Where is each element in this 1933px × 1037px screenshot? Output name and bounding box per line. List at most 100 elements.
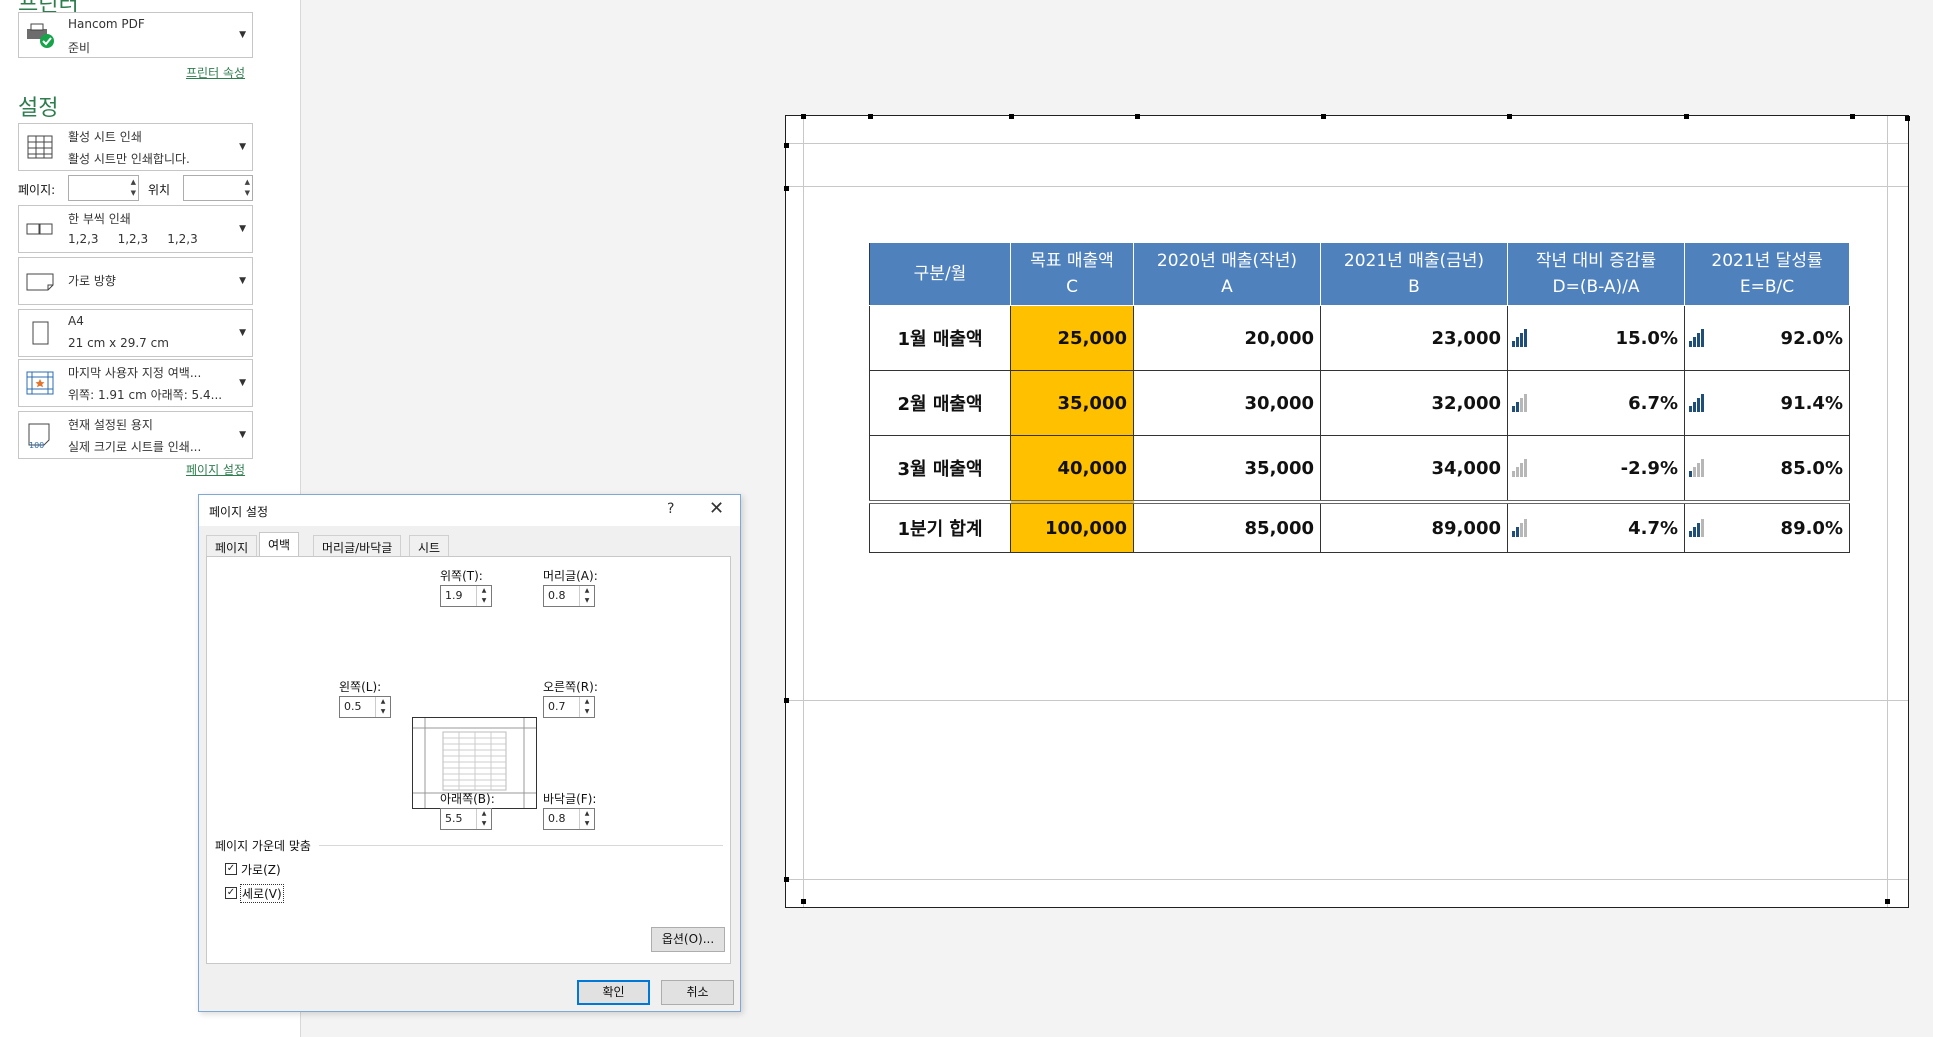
paper-size-dropdown[interactable]: A4 21 cm x 29.7 cm ▼: [18, 309, 253, 357]
printer-icon: [25, 21, 55, 49]
achieve-cell: 91.4%: [1684, 370, 1850, 436]
column-handle[interactable]: [1850, 114, 1855, 119]
column-handle[interactable]: [868, 114, 873, 119]
column-handle[interactable]: [1009, 114, 1014, 119]
sales-2021-cell: 89,000: [1320, 500, 1508, 553]
table-header-cell: 작년 대비 증감률 D=(B-A)/A: [1507, 242, 1685, 306]
margin-handle[interactable]: [784, 186, 789, 191]
right-margin-guide: [1887, 116, 1888, 907]
right-margin-input[interactable]: 0.7 ▲ ▼: [543, 696, 595, 718]
bottom-margin-guide: [786, 700, 1908, 701]
target-cell: 35,000: [1010, 370, 1134, 436]
table-row-total: 1분기 합계 100,000 85,000 89,000 4.7% 89.0%: [869, 500, 1850, 553]
page-setup-dialog: 페이지 설정 ? ✕ 페이지 여백 머리글/바닥글 시트 위쪽(T): 1.9 ▲…: [198, 494, 741, 1012]
signal-bars-icon: [1689, 519, 1707, 537]
row-label: 1분기 합계: [869, 500, 1011, 553]
bottom-margin-value: 5.5: [445, 812, 463, 825]
achieve-cell: 89.0%: [1684, 500, 1850, 553]
print-what-line1: 활성 시트 인쇄: [68, 130, 142, 144]
pages-from-input[interactable]: ▲ ▼: [68, 175, 139, 201]
spinner-icon[interactable]: ▲ ▼: [579, 697, 594, 717]
tab-sheet[interactable]: 시트: [409, 535, 450, 556]
margin-handle[interactable]: [1885, 899, 1890, 904]
spinner-icon[interactable]: ▲ ▼: [476, 809, 491, 829]
column-handle[interactable]: [1684, 114, 1689, 119]
margin-handle[interactable]: [1905, 116, 1910, 121]
margin-handle[interactable]: [784, 698, 789, 703]
tab-margins[interactable]: 여백: [259, 532, 300, 557]
options-button[interactable]: 옵션(O)...: [651, 927, 725, 952]
sales-table: 구분/월 목표 매출액 C 2020년 매출(작년) A 2021년 매출(금년) B…: [869, 242, 1850, 553]
row-label: 3월 매출액: [869, 435, 1011, 503]
cancel-button[interactable]: 취소: [661, 980, 734, 1005]
collate-icon: [25, 215, 55, 243]
bottom-margin-input[interactable]: 5.5 ▲ ▼: [440, 808, 492, 830]
ok-button[interactable]: 확인: [577, 980, 650, 1005]
paper-line2: 21 cm x 29.7 cm: [68, 336, 169, 350]
spinner-icon[interactable]: ▲ ▼: [476, 586, 491, 606]
margins-line1: 마지막 사용자 지정 여백...: [68, 366, 202, 380]
chevron-down-icon: ▼: [239, 328, 246, 338]
table-header-cell: 2020년 매출(작년) A: [1133, 242, 1321, 306]
signal-bars-icon: [1512, 519, 1530, 537]
dialog-titlebar[interactable]: 페이지 설정 ? ✕: [199, 495, 740, 526]
header-margin-input[interactable]: 0.8 ▲ ▼: [543, 585, 595, 607]
top-margin-label: 위쪽(T):: [440, 569, 483, 583]
table-header-cell: 구분/월: [869, 242, 1011, 306]
table-row: 1월 매출액 25,000 20,000 23,000 15.0% 92.0%: [869, 305, 1850, 371]
sales-2021-cell: 23,000: [1320, 305, 1508, 371]
column-handle[interactable]: [1135, 114, 1140, 119]
row-label: 2월 매출액: [869, 370, 1011, 436]
signal-bars-icon: [1689, 394, 1707, 412]
printer-properties-link[interactable]: 프린터 속성: [186, 64, 245, 81]
margins-dropdown[interactable]: 마지막 사용자 지정 여백... 위쪽: 1.91 cm 아래쪽: 5.4...…: [18, 359, 253, 407]
spinner-icon[interactable]: ▲ ▼: [375, 697, 390, 717]
margin-handle[interactable]: [784, 877, 789, 882]
column-handle[interactable]: [1321, 114, 1326, 119]
pages-to-label: 위치: [148, 183, 171, 197]
spinner-icon[interactable]: ▲ ▼: [579, 809, 594, 829]
scaling-dropdown[interactable]: 100 현재 설정된 용지 실제 크기로 시트를 인쇄... ▼: [18, 411, 253, 459]
group-divider: [319, 845, 723, 846]
table-header-row: 구분/월 목표 매출액 C 2020년 매출(작년) A 2021년 매출(금년) B…: [869, 242, 1850, 306]
margin-handle[interactable]: [784, 143, 789, 148]
top-margin-guide: [786, 186, 1908, 187]
chevron-down-icon: ▼: [239, 378, 246, 388]
achieve-cell: 85.0%: [1684, 435, 1850, 503]
collate-line2: 1,2,3 1,2,3 1,2,3: [68, 232, 198, 246]
chevron-down-icon: ▼: [239, 430, 246, 440]
tab-header-footer[interactable]: 머리글/바닥글: [313, 535, 402, 556]
chevron-down-icon: ▼: [239, 30, 246, 40]
printer-dropdown[interactable]: Hancom PDF 준비 ▼: [18, 12, 253, 58]
tab-page[interactable]: 페이지: [206, 535, 258, 556]
print-what-line2: 활성 시트만 인쇄합니다.: [68, 152, 190, 166]
horizontal-label[interactable]: 가로(Z): [241, 861, 281, 878]
paper-line1: A4: [68, 314, 84, 328]
column-handle[interactable]: [1507, 114, 1512, 119]
footer-margin-input[interactable]: 0.8 ▲ ▼: [543, 808, 595, 830]
margins-tab-panel: 위쪽(T): 1.9 ▲ ▼ 머리글(A): 0.8 ▲ ▼ 왼쪽(L): 0.5 ▲ ▼ …: [206, 556, 731, 964]
collate-dropdown[interactable]: 한 부씩 인쇄 1,2,3 1,2,3 1,2,3 ▼: [18, 205, 253, 253]
table-row: 2월 매출액 35,000 30,000 32,000 6.7% 91.4%: [869, 370, 1850, 436]
vertical-checkbox[interactable]: ✓: [225, 887, 237, 899]
horizontal-checkbox[interactable]: ✓: [225, 863, 237, 875]
spinner-icon: ▲ ▼: [244, 178, 250, 197]
left-margin-input[interactable]: 0.5 ▲ ▼: [339, 696, 391, 718]
close-icon[interactable]: ✕: [709, 498, 724, 519]
spinner-icon[interactable]: ▲ ▼: [579, 586, 594, 606]
right-margin-value: 0.7: [548, 700, 566, 713]
margin-handle[interactable]: [801, 899, 806, 904]
top-margin-input[interactable]: 1.9 ▲ ▼: [440, 585, 492, 607]
margin-handle[interactable]: [801, 114, 806, 119]
pages-to-input[interactable]: ▲ ▼: [183, 175, 253, 201]
vertical-label[interactable]: 세로(V): [240, 884, 284, 903]
help-icon[interactable]: ?: [667, 501, 674, 517]
table-header-cell: 2021년 매출(금년) B: [1320, 242, 1508, 306]
orientation-dropdown[interactable]: 가로 방향 ▼: [18, 257, 253, 305]
sales-2021-cell: 34,000: [1320, 435, 1508, 503]
scaling-line1: 현재 설정된 용지: [68, 418, 153, 432]
page-setup-link[interactable]: 페이지 설정: [186, 461, 245, 478]
print-what-dropdown[interactable]: 활성 시트 인쇄 활성 시트만 인쇄합니다. ▼: [18, 123, 253, 171]
right-margin-label: 오른쪽(R):: [543, 680, 598, 694]
header-margin-guide: [786, 143, 1908, 144]
